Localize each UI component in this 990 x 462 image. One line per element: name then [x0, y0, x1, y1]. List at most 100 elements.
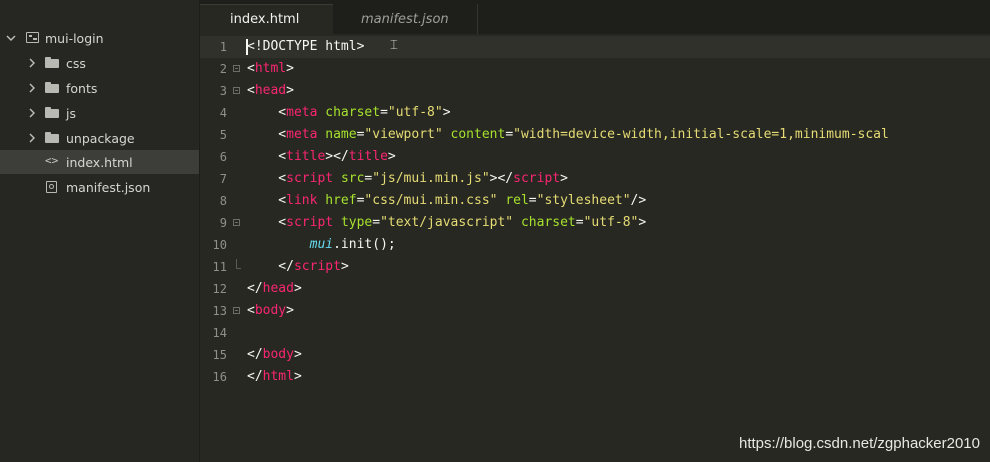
code-line[interactable]: 13 <body>: [200, 300, 990, 322]
sidebar-item-css[interactable]: css: [0, 51, 199, 75]
code-line[interactable]: 5 <meta name="viewport" content="width=d…: [200, 124, 990, 146]
line-number: 5: [219, 128, 227, 142]
line-number: 6: [219, 150, 227, 164]
code-token: <: [247, 127, 287, 142]
project-root-item[interactable]: mui-login: [0, 26, 199, 50]
line-number: 2: [219, 62, 227, 76]
fold-toggle-icon[interactable]: [233, 87, 240, 94]
code-text: <link href="css/mui.min.css" rel="styles…: [247, 190, 646, 212]
code-line[interactable]: 6 <title></title>: [200, 146, 990, 168]
code-line[interactable]: 9 <script type="text/javascript" charset…: [200, 212, 990, 234]
code-text: <meta charset="utf-8">: [247, 102, 451, 124]
sidebar-item-unpackage[interactable]: unpackage: [0, 126, 199, 150]
code-line[interactable]: 10 mui.init();: [200, 234, 990, 256]
code-text: <meta name="viewport" content="width=dev…: [247, 124, 889, 146]
code-token: rel: [505, 193, 529, 208]
code-token: </: [247, 259, 294, 274]
code-token: content: [450, 127, 506, 142]
code-line[interactable]: 4 <meta charset="utf-8">: [200, 102, 990, 124]
code-token: <: [247, 61, 255, 76]
code-token: >: [442, 105, 451, 120]
sidebar-item-label: manifest.json: [66, 179, 151, 195]
code-token: body: [254, 303, 287, 318]
code-token: .init();: [333, 237, 396, 252]
line-number: 15: [212, 348, 227, 362]
line-number: 13: [212, 304, 227, 318]
code-token: "js/mui.min.js": [372, 171, 490, 186]
code-token: </: [247, 369, 263, 384]
tab-manifest-json[interactable]: manifest.json: [333, 4, 478, 34]
code-token: >: [293, 281, 302, 296]
code-line[interactable]: 11 </script>: [200, 256, 990, 278]
code-token: <: [247, 83, 255, 98]
chevron-right-icon[interactable]: [27, 133, 37, 143]
line-number: 4: [219, 106, 227, 120]
code-text: </script>: [247, 256, 348, 278]
code-token: type: [340, 215, 373, 230]
sidebar-item-label: css: [66, 55, 86, 71]
code-line[interactable]: 7 <script src="js/mui.min.js"></script>: [200, 168, 990, 190]
code-line[interactable]: 16 </html>: [200, 366, 990, 388]
code-token: >: [638, 215, 647, 230]
sidebar-item-js[interactable]: js: [0, 101, 199, 125]
code-token: script: [286, 171, 334, 186]
code-token: mui: [309, 237, 334, 252]
fold-toggle-icon[interactable]: [233, 65, 240, 72]
code-text: mui.init();: [247, 234, 396, 256]
code-text: <body>: [247, 300, 294, 322]
code-token: link: [286, 193, 318, 208]
code-token: =: [575, 215, 584, 230]
code-text: </body>: [247, 344, 302, 366]
tab-index-html[interactable]: index.html: [200, 4, 333, 34]
code-line[interactable]: 15 </body>: [200, 344, 990, 366]
code-token: />: [630, 193, 647, 208]
code-editor[interactable]: 1 <!DOCTYPE html> ⌶ 2 <html> 3 <head> 4 <meta c…: [200, 34, 990, 462]
line-number: 12: [212, 282, 227, 296]
code-token: >: [560, 171, 568, 186]
code-token: =: [528, 193, 537, 208]
code-text: <script src="js/mui.min.js"></script>: [247, 168, 568, 190]
code-text: </html>: [247, 366, 302, 388]
code-text: <html>: [247, 58, 294, 80]
code-line[interactable]: 14: [200, 322, 990, 344]
code-token: <: [247, 149, 287, 164]
sidebar-item-manifest-json[interactable]: manifest.json: [0, 175, 199, 199]
code-token: <: [247, 215, 287, 230]
code-token: >: [286, 303, 294, 318]
code-line[interactable]: 1 <!DOCTYPE html> ⌶: [200, 36, 990, 58]
code-line[interactable]: 8 <link href="css/mui.min.css" rel="styl…: [200, 190, 990, 212]
mouse-ibeam-cursor-icon: ⌶: [390, 38, 398, 53]
code-token: =: [505, 127, 514, 142]
code-token: "css/mui.min.css": [364, 193, 498, 208]
code-line[interactable]: 12 </head>: [200, 278, 990, 300]
code-token: href: [325, 193, 357, 208]
code-token: body: [262, 347, 294, 362]
chevron-right-icon[interactable]: [27, 108, 37, 118]
code-text: </head>: [247, 278, 302, 300]
chevron-right-icon[interactable]: [27, 58, 37, 68]
line-number: 10: [212, 238, 227, 252]
code-token: script: [513, 171, 561, 186]
project-icon: [26, 32, 39, 43]
code-token: <!DOCTYPE html>: [247, 39, 365, 54]
chevron-down-icon[interactable]: [6, 33, 16, 43]
code-line[interactable]: 3 <head>: [200, 80, 990, 102]
code-line[interactable]: 2 <html>: [200, 58, 990, 80]
code-token: ></: [489, 171, 514, 186]
folder-icon: [45, 57, 59, 68]
tab-label: manifest.json: [361, 11, 449, 27]
sidebar-item-fonts[interactable]: fonts: [0, 76, 199, 100]
code-token: <: [247, 171, 287, 186]
code-token: html: [254, 61, 287, 76]
code-token: <: [247, 193, 287, 208]
chevron-right-icon[interactable]: [27, 83, 37, 93]
sidebar-item-index-html[interactable]: <> index.html: [0, 150, 199, 174]
code-token: "text/javascript": [380, 215, 514, 230]
fold-toggle-icon[interactable]: [233, 219, 240, 226]
code-token: >: [387, 149, 396, 164]
code-token: "utf-8": [583, 215, 639, 230]
fold-toggle-icon[interactable]: [233, 307, 240, 314]
